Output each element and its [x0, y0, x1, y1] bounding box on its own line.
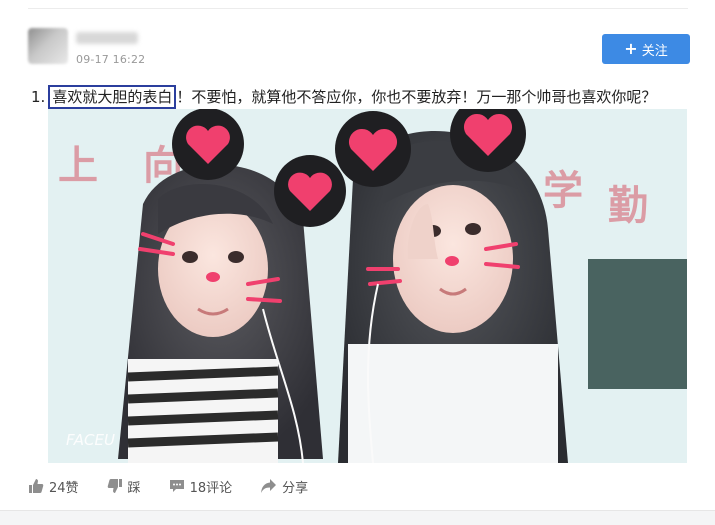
wall-char-1: 上: [58, 143, 98, 189]
username-blurred[interactable]: [76, 32, 138, 44]
bottom-bar: [0, 510, 715, 525]
photo-illustration: 上 向 学 勤 FACEU: [48, 109, 687, 463]
plus-icon: +: [624, 39, 638, 58]
caption-number: 1.: [31, 88, 46, 106]
follow-label: 关注: [641, 43, 668, 59]
share-label: 分享: [282, 480, 309, 496]
thumbs-down-icon: [107, 479, 122, 493]
nose-right: [445, 256, 459, 266]
heart-ear-1: [172, 109, 244, 180]
caption-text: ！不要怕，就算他不答应你，你也不要放弃！万一那个帅哥也喜欢你呢？: [176, 88, 657, 106]
post-caption: 1. 喜欢就大胆的表白 ！不要怕，就算他不答应你，你也不要放弃！万一那个帅哥也喜欢你…: [31, 85, 657, 109]
nose-left: [206, 272, 220, 282]
like-button[interactable]: 24赞: [28, 477, 79, 496]
wall-char-3: 学: [543, 168, 583, 214]
thumbs-up-icon: [29, 479, 44, 493]
post-photo[interactable]: 上 向 学 勤 FACEU: [48, 109, 687, 463]
share-arrow-icon: [261, 479, 277, 493]
avatar[interactable]: [28, 28, 68, 64]
dislike-button[interactable]: 踩: [107, 477, 141, 496]
comment-icon: [169, 480, 184, 492]
comment-label: 18评论: [189, 480, 233, 496]
wall-char-4: 勤: [608, 183, 648, 229]
share-button[interactable]: 分享: [260, 477, 308, 496]
follow-button[interactable]: + 关注: [602, 34, 690, 64]
heart-ear-2: [274, 155, 346, 227]
top-divider: [28, 8, 688, 9]
blackboard: [588, 259, 687, 389]
post-time: 09-17 16:22: [76, 53, 146, 66]
heart-ear-3: [335, 111, 411, 187]
like-label: 24赞: [49, 480, 79, 496]
action-bar: 24赞 踩 18评论 分享: [28, 474, 336, 498]
caption-highlight: 喜欢就大胆的表白: [48, 85, 177, 109]
dislike-label: 踩: [127, 480, 141, 496]
post-header: 09-17 16:22 + 关注: [28, 28, 690, 68]
comment-button[interactable]: 18评论: [169, 477, 233, 496]
faceu-watermark: FACEU: [66, 431, 115, 449]
